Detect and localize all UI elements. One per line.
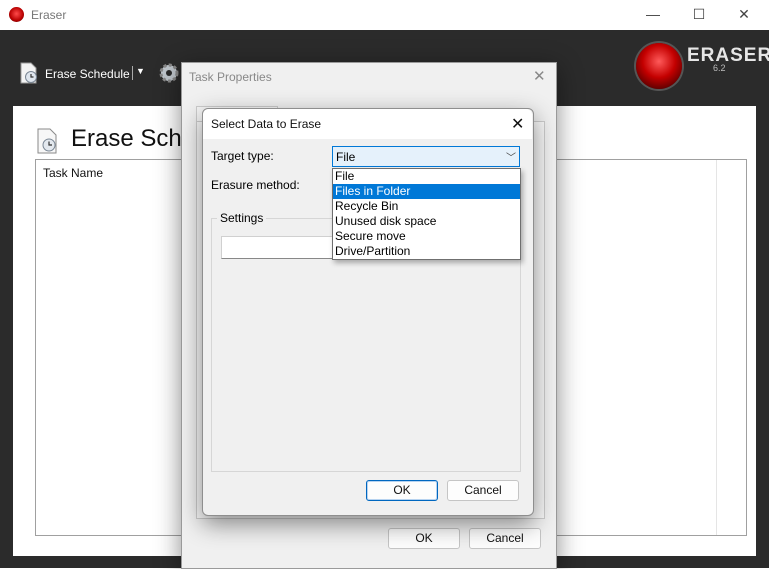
select-data-cancel-button[interactable]: Cancel xyxy=(447,480,519,501)
select-data-title: Select Data to Erase xyxy=(211,117,322,131)
settings-path-input[interactable] xyxy=(221,236,335,259)
eraser-logo-icon xyxy=(636,43,682,89)
settings-gear-icon[interactable] xyxy=(157,61,181,85)
page-title: Erase Sche xyxy=(71,125,196,152)
target-type-select[interactable] xyxy=(332,146,520,167)
column-header-task-name[interactable]: Task Name xyxy=(43,166,103,180)
select-data-close-button[interactable]: ✕ xyxy=(511,114,524,134)
logo-text: ERASER xyxy=(687,45,769,66)
task-properties-cancel-button[interactable]: Cancel xyxy=(469,528,541,549)
task-properties-ok-button[interactable]: OK xyxy=(388,528,460,549)
target-type-option-drive-partition[interactable]: Drive/Partition xyxy=(333,244,520,259)
toolbar-separator xyxy=(132,66,133,80)
erase-schedule-button[interactable]: Erase Schedule xyxy=(45,67,130,81)
minimize-button[interactable]: — xyxy=(630,0,676,30)
target-type-option-files-in-folder[interactable]: Files in Folder xyxy=(333,184,520,199)
logo-version: 6.2 xyxy=(713,63,726,73)
target-type-option-file[interactable]: File xyxy=(333,169,520,184)
target-type-label: Target type: xyxy=(211,149,274,163)
settings-group-label: Settings xyxy=(217,211,267,225)
window-frame-left xyxy=(0,106,12,568)
erasure-method-label: Erasure method: xyxy=(211,178,300,192)
task-properties-title: Task Properties xyxy=(189,70,272,84)
eraser-app-icon xyxy=(9,7,24,22)
window-title: Eraser xyxy=(31,8,67,22)
schedule-page-icon xyxy=(37,128,57,154)
erase-schedule-icon[interactable] xyxy=(18,62,40,84)
target-type-option-recycle-bin[interactable]: Recycle Bin xyxy=(333,199,520,214)
maximize-button[interactable]: ☐ xyxy=(676,0,722,30)
select-data-ok-button[interactable]: OK xyxy=(366,480,438,501)
close-button[interactable]: ✕ xyxy=(721,0,767,30)
target-type-option-secure-move[interactable]: Secure move xyxy=(333,229,520,244)
list-column-divider xyxy=(716,160,717,535)
task-properties-close-button[interactable]: ✕ xyxy=(533,67,546,85)
window-frame-right xyxy=(755,106,769,568)
erase-schedule-dropdown-icon[interactable]: ▼ xyxy=(136,66,145,76)
chevron-down-icon[interactable]: ﹀ xyxy=(506,149,516,164)
target-type-option-unused-disk-space[interactable]: Unused disk space xyxy=(333,214,520,229)
target-type-select-value: File xyxy=(336,150,356,164)
